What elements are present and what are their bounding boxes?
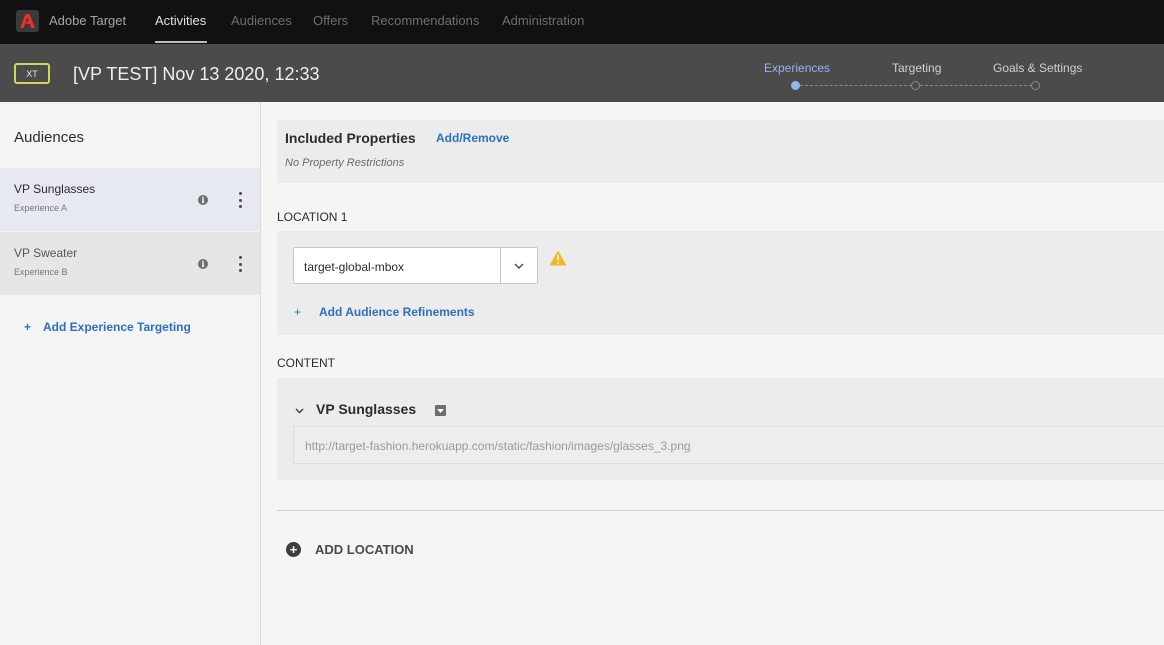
add-experience-targeting-label: Add Experience Targeting [43,320,191,334]
audience-name: VP Sweater [14,246,78,260]
audience-name: VP Sunglasses [14,182,96,196]
content-url: http://target-fashion.herokuapp.com/stat… [305,439,691,453]
content-experience-name: VP Sunglasses [316,401,417,417]
step-dot-targeting[interactable] [911,81,920,90]
step-connector [920,85,1032,86]
add-location-button[interactable]: + ADD LOCATION [286,542,414,557]
nav-offers[interactable]: Offers [313,13,348,28]
chevron-down-icon[interactable] [500,248,537,283]
step-connector [800,85,912,86]
location-panel: target-global-mbox + Add Audience Refinem… [277,231,1164,335]
audience-item-vp-sunglasses[interactable]: VP Sunglasses Experience A i [0,168,260,231]
plus-icon: + [24,320,32,334]
nav-administration[interactable]: Administration [502,13,584,28]
activity-type-badge: XT [14,63,50,84]
step-goals-settings[interactable]: Goals & Settings [993,61,1082,75]
add-audience-refinements-label: Add Audience Refinements [319,305,475,319]
sidebar-title: Audiences [14,129,85,146]
included-properties-panel: Included Properties Add/Remove No Proper… [277,120,1164,183]
adobe-logo-icon[interactable] [16,10,39,32]
audiences-sidebar: Audiences VP Sunglasses Experience A i V… [0,102,261,645]
chevron-down-icon[interactable] [295,401,304,417]
property-restrictions-note: No Property Restrictions [285,157,405,169]
active-nav-indicator [155,41,207,43]
step-targeting[interactable]: Targeting [892,61,941,75]
plus-icon: + [294,305,302,319]
warning-triangle-icon[interactable] [549,250,567,266]
add-circle-icon: + [286,542,301,557]
add-remove-properties-link[interactable]: Add/Remove [436,131,509,145]
nav-activities[interactable]: Activities [155,13,206,28]
info-icon[interactable]: i [198,259,208,269]
more-options-icon[interactable] [236,192,244,208]
experience-name: Experience A [14,203,68,213]
audience-item-vp-sweater[interactable]: VP Sweater Experience B i [0,232,260,295]
section-divider [277,510,1164,511]
nav-audiences[interactable]: Audiences [231,13,292,28]
app-name[interactable]: Adobe Target [49,13,126,28]
nav-recommendations[interactable]: Recommendations [371,13,479,28]
content-label: CONTENT [277,356,335,370]
content-panel: VP Sunglasses http://target-fashion.hero… [277,378,1164,480]
step-dot-goals-settings[interactable] [1031,81,1040,90]
content-experience-header[interactable]: VP Sunglasses [295,401,416,417]
step-dot-experiences[interactable] [791,81,800,90]
more-options-icon[interactable] [236,256,244,272]
activity-header: XT [VP TEST] Nov 13 2020, 12:33 Experien… [0,44,1164,102]
add-location-label: ADD LOCATION [315,542,414,557]
mbox-select[interactable]: target-global-mbox [293,247,538,284]
activity-title[interactable]: [VP TEST] Nov 13 2020, 12:33 [73,64,320,85]
add-audience-refinements-button[interactable]: + Add Audience Refinements [294,305,475,319]
add-experience-targeting-button[interactable]: + Add Experience Targeting [24,320,191,334]
included-properties-title: Included Properties [285,130,416,146]
info-icon[interactable]: i [198,195,208,205]
step-experiences[interactable]: Experiences [764,61,830,75]
dropdown-menu-icon[interactable] [435,405,446,416]
experience-name: Experience B [14,267,68,277]
top-navigation: Adobe Target Activities Audiences Offers… [0,0,1164,44]
location-label: LOCATION 1 [277,210,348,224]
mbox-select-value: target-global-mbox [304,260,405,274]
content-url-field[interactable]: http://target-fashion.herokuapp.com/stat… [293,426,1164,464]
